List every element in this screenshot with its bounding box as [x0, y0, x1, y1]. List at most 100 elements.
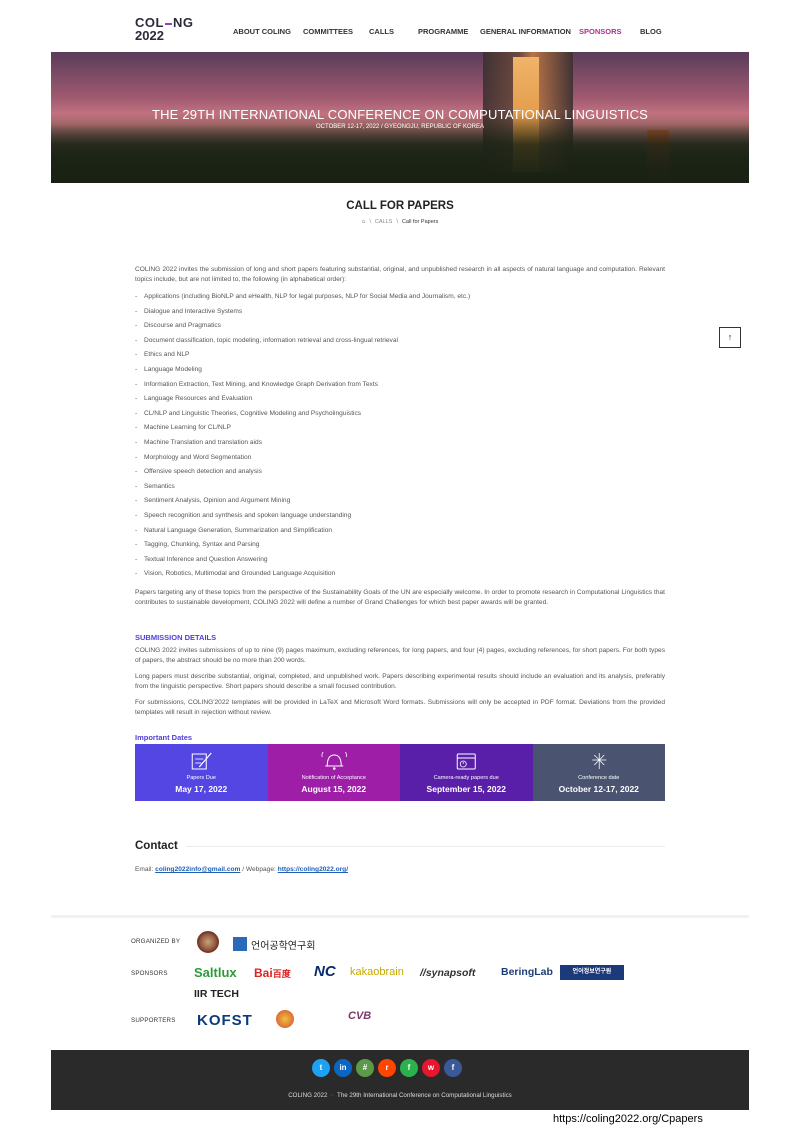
email-link[interactable]: coling2022info@gmail.com [155, 866, 240, 873]
divider [186, 846, 665, 847]
list-item: - Morphology and Word Segmentation [135, 453, 252, 461]
list-item: - Semantics [135, 482, 175, 490]
important-dates: Papers Due May 17, 2022 Notification of … [135, 744, 665, 801]
coling-logo[interactable]: COL NG 2022 [135, 16, 193, 42]
email-label: Email: [135, 866, 154, 873]
home-icon[interactable]: ⌂ [362, 219, 366, 225]
list-item: - Offensive speech detection and analysis [135, 468, 262, 476]
footer-brand: COLING 2022 [288, 1092, 328, 1099]
breadcrumb-calls[interactable]: CALLS [375, 219, 392, 225]
nav-blog[interactable]: BLOG [640, 27, 662, 36]
bell-icon [321, 751, 347, 770]
weibo-icon[interactable]: w [422, 1059, 440, 1077]
supporter-kofst[interactable]: KOFST [197, 1012, 253, 1029]
paper-pen-icon [191, 752, 212, 770]
nav-sponsors[interactable]: SPONSORS [579, 27, 622, 36]
list-item: - Document classification, topic modeling… [135, 336, 398, 344]
submission-paragraph-3: For submissions, COLING'2022 templates w… [135, 699, 665, 716]
supporter-emblem-logo[interactable] [276, 1010, 294, 1028]
organized-by-label: ORGANIZED BY [131, 938, 181, 945]
submission-paragraph-2: Long papers must describe substantial, o… [135, 673, 665, 690]
date-card-camera-ready: Camera-ready papers due September 15, 20… [400, 744, 533, 801]
organizer-logo-text[interactable]: 언어공학연구회 [251, 937, 315, 952]
sponsors-label: SPONSORS [131, 970, 168, 977]
list-item: - Dialogue and Interactive Systems [135, 307, 243, 315]
twitter-icon[interactable]: t [312, 1059, 330, 1077]
sustainability-paragraph: Papers targeting any of these topics fro… [135, 589, 665, 606]
sponsor-nc[interactable]: NC [314, 963, 336, 980]
date-value: October 12-17, 2022 [558, 784, 639, 794]
sponsor-beringlab[interactable]: BeringLab [501, 966, 553, 978]
list-item: - Natural Language Generation, Summarizat… [135, 526, 333, 534]
hero-banner: THE 29TH INTERNATIONAL CONFERENCE ON COM… [51, 52, 749, 183]
page: { "header": { "logo_line1": "COL", "logo… [0, 0, 800, 1130]
linkedin-icon[interactable]: in [334, 1059, 352, 1077]
intro-paragraph: COLING 2022 invites the submission of lo… [135, 266, 665, 283]
feedly-icon[interactable]: f [400, 1059, 418, 1077]
date-card-notification: Notification of Acceptance August 15, 20… [267, 744, 400, 801]
list-item: - Vision, Robotics, Multimodal and Ground… [135, 570, 336, 578]
hero-subtitle: OCTOBER 12-17, 2022 / GYEONGJU, REPUBLIC… [316, 124, 484, 130]
sponsor-baidu[interactable]: Bai百度 [254, 966, 291, 980]
nav-general-information[interactable]: GENERAL INFORMATION [480, 27, 571, 36]
logo-mark [164, 22, 172, 25]
nav-about-coling[interactable]: ABOUT COLING [233, 27, 291, 36]
list-item: - Language Modeling [135, 365, 202, 373]
sponsor-language-info-institute[interactable]: 언어정보연구원 [560, 965, 624, 980]
hero-title: THE 29TH INTERNATIONAL CONFERENCE ON COM… [151, 107, 649, 122]
list-item: - Information Extraction, Text Mining, an… [135, 380, 378, 388]
facebook-icon[interactable]: f [444, 1059, 462, 1077]
webpage-link[interactable]: https://coling2022.org/ [278, 866, 348, 873]
list-item: - Discourse and Pragmatics [135, 322, 221, 330]
sponsor-synapsoft[interactable]: //synapsoft [420, 967, 475, 979]
date-value: August 15, 2022 [301, 784, 367, 794]
logo-text-part2: NG [172, 15, 194, 30]
scroll-to-top-button[interactable]: ↑ [719, 327, 741, 348]
date-label: Papers Due [186, 775, 217, 781]
list-item: - Sentiment Analysis, Opinion and Argumen… [135, 497, 291, 505]
logo-year: 2022 [135, 28, 164, 43]
date-value: September 15, 2022 [426, 784, 506, 794]
arrow-up-icon: ↑ [727, 332, 733, 342]
list-item: - Speech recognition and synthesis and sp… [135, 511, 352, 519]
sponsor-iir-tech[interactable]: IIR TECH [194, 988, 239, 1000]
fireworks-icon [591, 753, 606, 769]
nav-calls[interactable]: CALLS [369, 27, 394, 36]
footer-text: COLING 2022 ~ The 29th International Confe… [51, 1092, 749, 1099]
date-label: Notification of Acceptance [301, 775, 366, 781]
page-title: CALL FOR PAPERS [346, 200, 454, 212]
supporters-label: SUPPORTERS [131, 1017, 176, 1024]
date-label: Conference date [578, 775, 620, 781]
organizer-seal-logo[interactable] [197, 931, 219, 953]
reddit-icon[interactable]: r [378, 1059, 396, 1077]
sponsor-kakaobrain[interactable]: kakaobrain [350, 966, 404, 978]
contact-heading: Contact [135, 840, 178, 852]
footer-tagline: The 29th International Conference on Com… [337, 1092, 512, 1099]
webpage-label: / Webpage: [242, 866, 276, 873]
top-navigation-bar: COL NG 2022 ABOUT COLING COMMITTEES CALLS… [0, 0, 800, 52]
contact-line: Email: coling2022info@gmail.com / Webpag… [135, 866, 348, 873]
nav-committees[interactable]: COMMITTEES [303, 27, 353, 36]
footer-tilde: ~ [330, 1092, 335, 1099]
list-item: - Ethics and NLP [135, 351, 190, 359]
breadcrumb: ⌂ ∖ CALLS ∖ Call for Papers [0, 219, 800, 225]
calendar-icon [456, 753, 476, 770]
breadcrumb-current: Call for Papers [401, 219, 439, 225]
sponsor-saltlux[interactable]: Saltlux [194, 965, 237, 980]
date-label: Camera-ready papers due [433, 775, 499, 781]
submission-paragraph-1: COLING 2022 invites submissions of up to… [135, 647, 665, 664]
list-item: - Language Resources and Evaluation [135, 395, 253, 403]
nav-programme[interactable]: PROGRAMME [418, 27, 468, 36]
list-item: - CL/NLP and Linguistic Theories, Cogniti… [135, 409, 362, 417]
social-links: t in # r f w f [312, 1059, 462, 1077]
slack-icon[interactable]: # [356, 1059, 374, 1077]
breadcrumb-separator-icon: ∖ [366, 219, 374, 225]
list-item: - Textual Inference and Question Answerin… [135, 555, 268, 563]
list-item: - Tagging, Chunking, Syntax and Parsing [135, 541, 260, 549]
list-item: - Machine Translation and translation aid… [135, 438, 263, 446]
divider [51, 915, 749, 918]
date-card-conference: Conference date October 12-17, 2022 [532, 744, 665, 801]
supporter-cvb[interactable]: CVB [348, 1010, 371, 1022]
date-value: May 17, 2022 [175, 784, 228, 794]
date-card-papers-due: Papers Due May 17, 2022 [135, 744, 268, 801]
